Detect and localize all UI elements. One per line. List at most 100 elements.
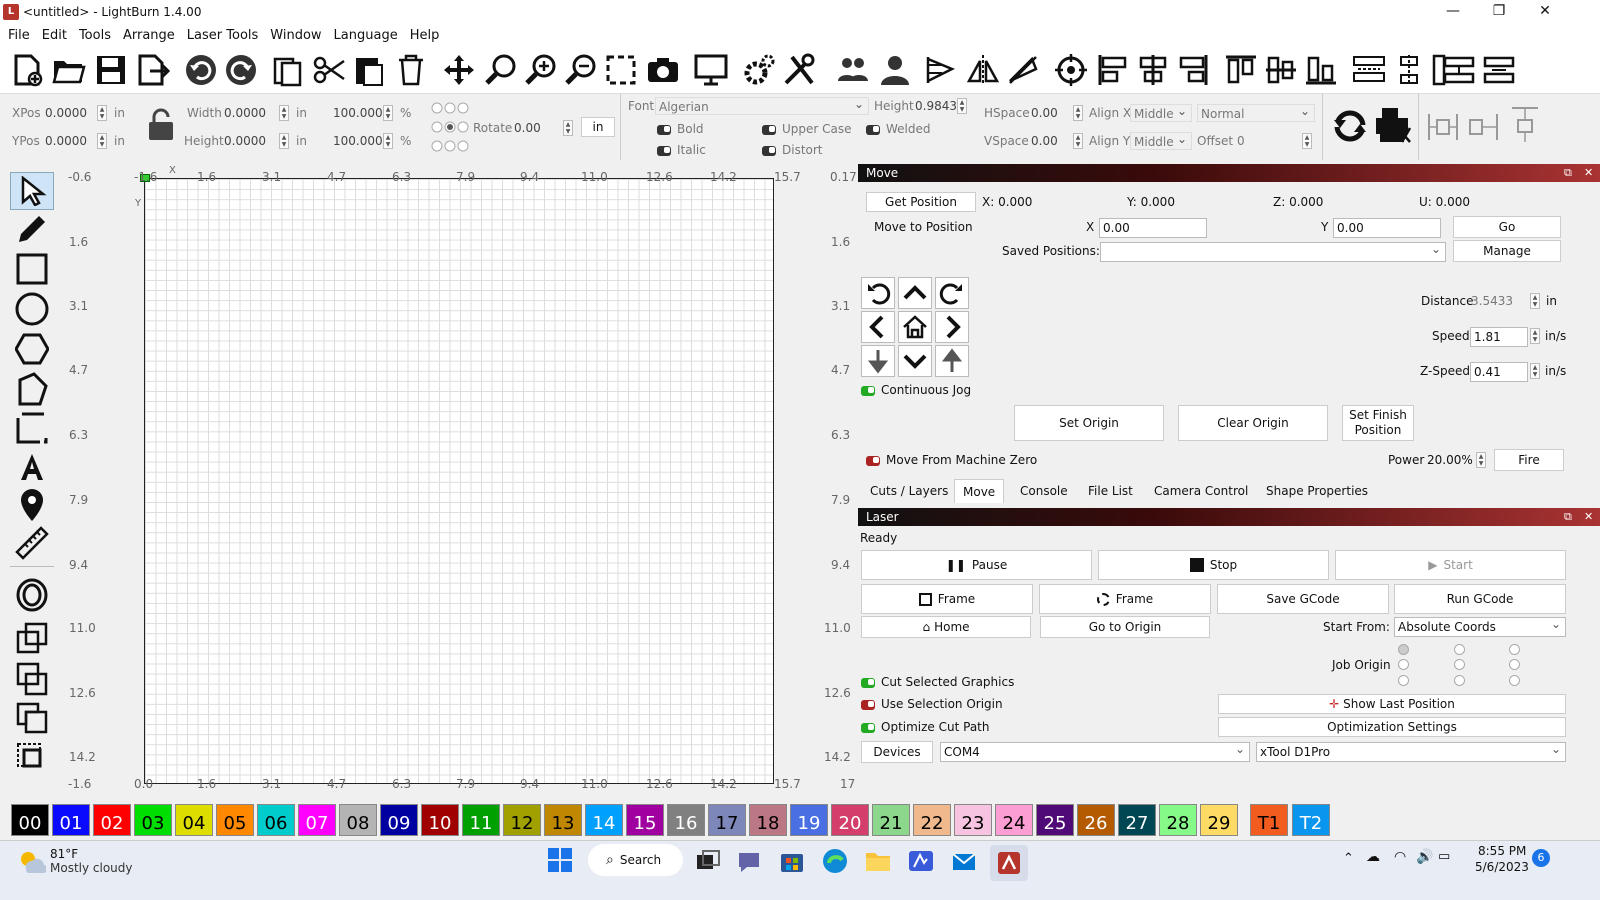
saved-positions-select[interactable]: [1100, 240, 1446, 262]
palette-color-14[interactable]: 14: [585, 804, 623, 836]
tab-move[interactable]: Move: [954, 479, 1005, 503]
jog-left-icon[interactable]: [861, 311, 895, 343]
distribute-rows-icon[interactable]: [1440, 50, 1478, 90]
menu-window[interactable]: Window: [270, 28, 321, 43]
scale-x-spinner[interactable]: ▲ ▼: [383, 105, 393, 121]
pause-button[interactable]: ❚❚ Pause: [861, 550, 1092, 580]
maximize-button[interactable]: ❐: [1476, 0, 1522, 24]
palette-color-13[interactable]: 13: [544, 804, 582, 836]
get-position-button[interactable]: Get Position: [866, 192, 976, 212]
move-from-zero-toggle[interactable]: Move From Machine Zero: [866, 453, 1037, 467]
flip-icon[interactable]: [1004, 50, 1042, 90]
font-select[interactable]: Algerian: [655, 95, 869, 115]
job-origin-bottom-left-radio[interactable]: [1398, 675, 1409, 686]
optimize-cut-path-toggle[interactable]: Optimize Cut Path: [861, 720, 990, 734]
new-file-icon[interactable]: [8, 50, 46, 90]
align-top-icon[interactable]: [1222, 50, 1260, 90]
font-height-field[interactable]: 0.9843: [915, 99, 957, 113]
palette-color-15[interactable]: 15: [626, 804, 664, 836]
palette-color-10[interactable]: 10: [421, 804, 459, 836]
rotate-spinner[interactable]: ▲ ▼: [563, 120, 573, 136]
distribute-h-icon[interactable]: [1350, 50, 1388, 90]
palette-color-08[interactable]: 08: [339, 804, 377, 836]
palette-color-29[interactable]: 29: [1200, 804, 1238, 836]
paste-icon[interactable]: [350, 50, 388, 90]
save-gcode-button[interactable]: Save GCode: [1217, 584, 1389, 614]
italic-toggle[interactable]: Italic: [657, 143, 706, 157]
cut-selected-toggle[interactable]: Cut Selected Graphics: [861, 675, 1014, 689]
use-selection-origin-toggle[interactable]: Use Selection Origin: [861, 697, 1003, 711]
volume-icon[interactable]: 🔊: [1416, 849, 1433, 865]
start-from-select[interactable]: Absolute Coords: [1394, 615, 1566, 637]
power-spinner[interactable]: ▲ ▼: [1476, 452, 1486, 468]
z-speed-input[interactable]: 0.41: [1470, 362, 1528, 382]
jog-right-icon[interactable]: [935, 311, 969, 343]
move-tool-icon[interactable]: [440, 50, 478, 90]
tab-cuts-layers[interactable]: Cuts / Layers: [862, 479, 956, 503]
align-bottom-icon[interactable]: [1302, 50, 1340, 90]
copy-icon[interactable]: [270, 50, 308, 90]
units-toggle-button[interactable]: in: [581, 117, 615, 137]
palette-color-07[interactable]: 07: [298, 804, 336, 836]
palette-color-12[interactable]: 12: [503, 804, 541, 836]
stop-button[interactable]: Stop: [1098, 550, 1329, 580]
menu-tools[interactable]: Tools: [79, 28, 111, 43]
offset-spinner[interactable]: ▲ ▼: [1302, 133, 1312, 149]
job-origin-top-right-radio[interactable]: [1509, 644, 1520, 655]
clock-time[interactable]: 8:55 PM: [1478, 844, 1526, 858]
center-v-icon[interactable]: [1510, 104, 1540, 147]
boolean-subtract-icon[interactable]: [10, 700, 54, 738]
devices-button[interactable]: Devices: [861, 741, 933, 763]
store-icon[interactable]: [778, 847, 810, 879]
delete-icon[interactable]: [392, 50, 430, 90]
tools-icon[interactable]: [780, 50, 818, 90]
move-y-input[interactable]: 0.00: [1333, 218, 1441, 238]
clear-origin-button[interactable]: Clear Origin: [1178, 405, 1328, 441]
position-marker-icon[interactable]: [10, 486, 54, 524]
palette-color-03[interactable]: 03: [134, 804, 172, 836]
close-button[interactable]: ✕: [1522, 0, 1568, 24]
text-tool-icon[interactable]: [10, 448, 54, 486]
mirror-icon[interactable]: [964, 50, 1002, 90]
upper-case-toggle[interactable]: Upper Case: [762, 122, 852, 136]
import-icon[interactable]: [134, 50, 172, 90]
measure-tool-icon[interactable]: [10, 524, 54, 562]
port-select[interactable]: COM4: [940, 740, 1250, 762]
text-mode-select[interactable]: Normal: [1197, 102, 1315, 122]
speed-spinner[interactable]: ▲ ▼: [1530, 328, 1540, 344]
float-panel-icon[interactable]: ⧉: [1564, 164, 1572, 182]
palette-color-25[interactable]: 25: [1036, 804, 1074, 836]
tab-console[interactable]: Console: [1012, 479, 1076, 503]
menu-edit[interactable]: Edit: [42, 28, 67, 43]
show-hidden-icons-icon[interactable]: ⌃: [1343, 851, 1354, 866]
palette-color-11[interactable]: 11: [462, 804, 500, 836]
pen-tool-icon[interactable]: [10, 210, 54, 248]
fire-button[interactable]: Fire: [1494, 449, 1564, 471]
scale-y-field[interactable]: 100.000: [333, 134, 383, 148]
palette-color-T2[interactable]: T2: [1292, 804, 1330, 836]
welded-toggle[interactable]: Welded: [866, 122, 931, 136]
palette-color-05[interactable]: 05: [216, 804, 254, 836]
z-up-icon[interactable]: [935, 345, 969, 377]
align-y-select[interactable]: Middle: [1130, 130, 1192, 150]
palette-color-01[interactable]: 01: [52, 804, 90, 836]
anchor-grid-icon[interactable]: [430, 100, 470, 159]
menu-help[interactable]: Help: [410, 28, 440, 43]
mail-icon[interactable]: [950, 847, 982, 879]
tab-camera-control[interactable]: Camera Control: [1146, 479, 1256, 503]
file-explorer-icon[interactable]: [864, 847, 896, 879]
ypos-spinner[interactable]: ▲ ▼: [97, 133, 107, 149]
rotary-icon[interactable]: [1330, 106, 1370, 149]
font-height-spinner[interactable]: ▲ ▼: [957, 98, 967, 114]
frame-button[interactable]: Frame: [861, 584, 1033, 614]
manage-button[interactable]: Manage: [1453, 240, 1561, 262]
scale-y-spinner[interactable]: ▲ ▼: [383, 133, 393, 149]
palette-color-17[interactable]: 17: [708, 804, 746, 836]
device-select[interactable]: xTool D1Pro: [1256, 740, 1566, 762]
hspace-spinner[interactable]: ▲ ▼: [1073, 105, 1083, 121]
set-finish-position-button[interactable]: Set Finish Position: [1342, 405, 1414, 441]
job-origin-top-left-radio[interactable]: [1398, 644, 1409, 655]
battery-icon[interactable]: ▭: [1438, 849, 1450, 864]
home-icon[interactable]: [898, 311, 932, 343]
open-folder-icon[interactable]: [50, 50, 88, 90]
